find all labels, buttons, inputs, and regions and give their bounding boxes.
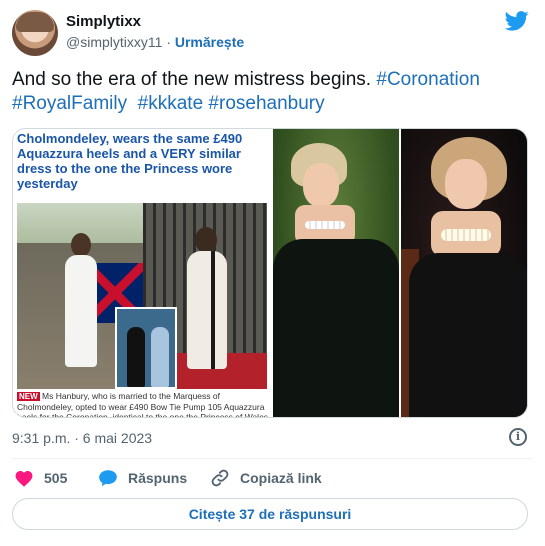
heart-icon (14, 468, 34, 488)
separator: · (166, 34, 171, 50)
speech-bubble-icon (98, 468, 118, 488)
avatar[interactable] (12, 10, 58, 56)
link-icon (210, 468, 230, 488)
photo-woman-black-dress[interactable] (273, 129, 399, 417)
hashtag-royalfamily[interactable]: #RoyalFamily (12, 93, 127, 114)
timestamp[interactable]: 9:31 p.m. · 6 mai 2023 (12, 430, 152, 446)
read-replies-button[interactable]: Citește 37 de răspunsuri (12, 498, 528, 530)
tweet-text: And so the era of the new mistress begin… (12, 68, 532, 116)
twitter-bird-icon[interactable] (505, 10, 529, 32)
clipping-inset-photo (115, 307, 177, 389)
clipping-caption: NEW Ms Hanbury, who is married to the Ma… (17, 391, 269, 418)
clipping-caption-text: Ms Hanbury, who is married to the Marque… (17, 391, 269, 418)
tweet-body: And so the era of the new mistress begin… (12, 69, 372, 90)
clipping-headline: Cholmondeley, wears the same £490 Aquazz… (17, 131, 243, 191)
hashtag-rosehanbury[interactable]: #rosehanbury (208, 93, 324, 114)
handle[interactable]: @simplytixxy11 (66, 34, 162, 50)
display-name[interactable]: Simplytixx (66, 13, 141, 30)
copy-link-button[interactable]: Copiază link (210, 467, 322, 489)
info-icon[interactable]: i (509, 428, 527, 446)
hashtag-coronation[interactable]: #Coronation (376, 69, 480, 90)
handle-row: @simplytixxy11 · Urmărește (66, 34, 244, 50)
hashtag-kkkate[interactable]: #kkkate (138, 93, 203, 114)
photo-woman-pearl-choker[interactable] (401, 129, 527, 417)
reply-button[interactable]: Răspuns (98, 467, 187, 489)
clipping-photo (17, 203, 267, 389)
news-clipping-image[interactable]: Cholmondeley, wears the same £490 Aquazz… (13, 129, 271, 418)
new-badge: NEW (17, 392, 40, 401)
reply-label: Răspuns (128, 470, 188, 486)
like-count: 505 (44, 470, 68, 486)
like-button[interactable]: 505 (14, 467, 67, 489)
tweet-card: Simplytixx @simplytixxy11 · Urmărește An… (0, 0, 545, 546)
follow-link[interactable]: Urmărește (175, 34, 244, 50)
divider (12, 458, 532, 459)
media-grid[interactable]: Cholmondeley, wears the same £490 Aquazz… (12, 128, 528, 418)
copy-link-label: Copiază link (240, 470, 322, 486)
